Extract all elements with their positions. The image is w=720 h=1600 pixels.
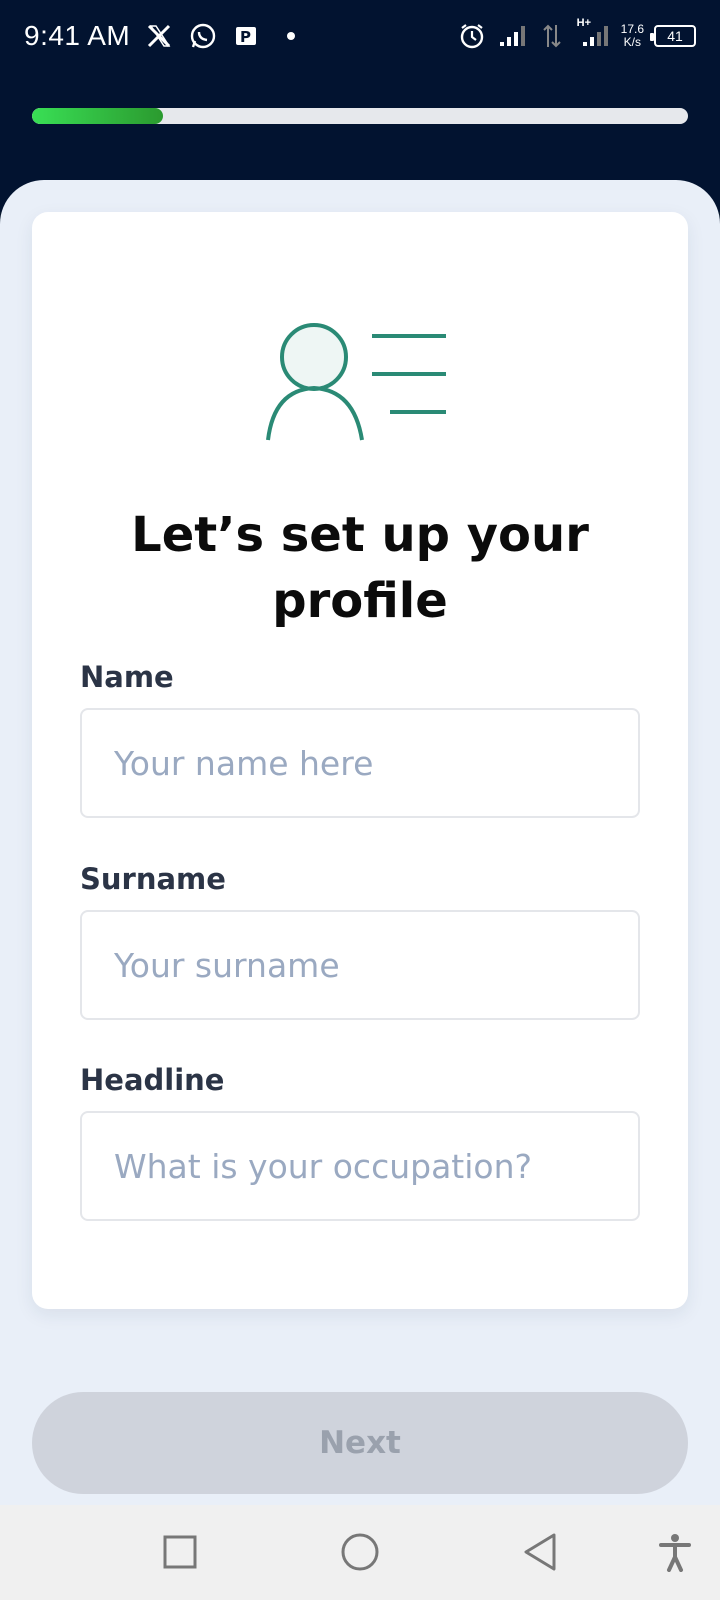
name-input[interactable] bbox=[80, 708, 640, 818]
battery-indicator: 41 bbox=[650, 25, 696, 47]
profile-illustration-icon bbox=[264, 322, 464, 442]
content-sheet: Let’s set up your profile Name Surname H… bbox=[0, 180, 720, 1505]
system-navigation-bar bbox=[0, 1505, 720, 1600]
data-transfer-icon bbox=[537, 21, 567, 51]
network-type-label: H+ bbox=[576, 17, 592, 29]
signal-icon bbox=[497, 21, 527, 51]
progress-bar bbox=[32, 108, 688, 124]
recent-apps-icon[interactable] bbox=[155, 1527, 205, 1577]
headline-input[interactable] bbox=[80, 1111, 640, 1221]
surname-label: Surname bbox=[80, 862, 226, 896]
svg-text:P: P bbox=[240, 28, 251, 46]
home-icon[interactable] bbox=[335, 1527, 385, 1577]
notification-dot-icon bbox=[276, 21, 306, 51]
network-speed: 17.6 K/s bbox=[621, 23, 644, 49]
status-bar: 9:41 AM P H+ 17.6 K/s 41 bbox=[0, 0, 720, 72]
accessibility-icon[interactable] bbox=[650, 1527, 700, 1577]
headline-label: Headline bbox=[80, 1063, 225, 1097]
battery-level: 41 bbox=[667, 28, 683, 44]
x-app-icon bbox=[144, 21, 174, 51]
next-button[interactable]: Next bbox=[32, 1392, 688, 1494]
parking-app-icon: P bbox=[232, 21, 262, 51]
signal-h-plus-icon: H+ bbox=[577, 17, 611, 51]
network-speed-unit: K/s bbox=[623, 35, 641, 49]
back-icon[interactable] bbox=[515, 1527, 565, 1577]
page-title: Let’s set up your profile bbox=[131, 507, 589, 629]
profile-form-card: Let’s set up your profile Name Surname H… bbox=[32, 212, 688, 1309]
surname-input[interactable] bbox=[80, 910, 640, 1020]
name-label: Name bbox=[80, 660, 174, 694]
alarm-icon bbox=[457, 21, 487, 51]
progress-fill bbox=[32, 108, 164, 124]
whatsapp-icon bbox=[188, 21, 218, 51]
status-time: 9:41 AM bbox=[24, 20, 131, 51]
